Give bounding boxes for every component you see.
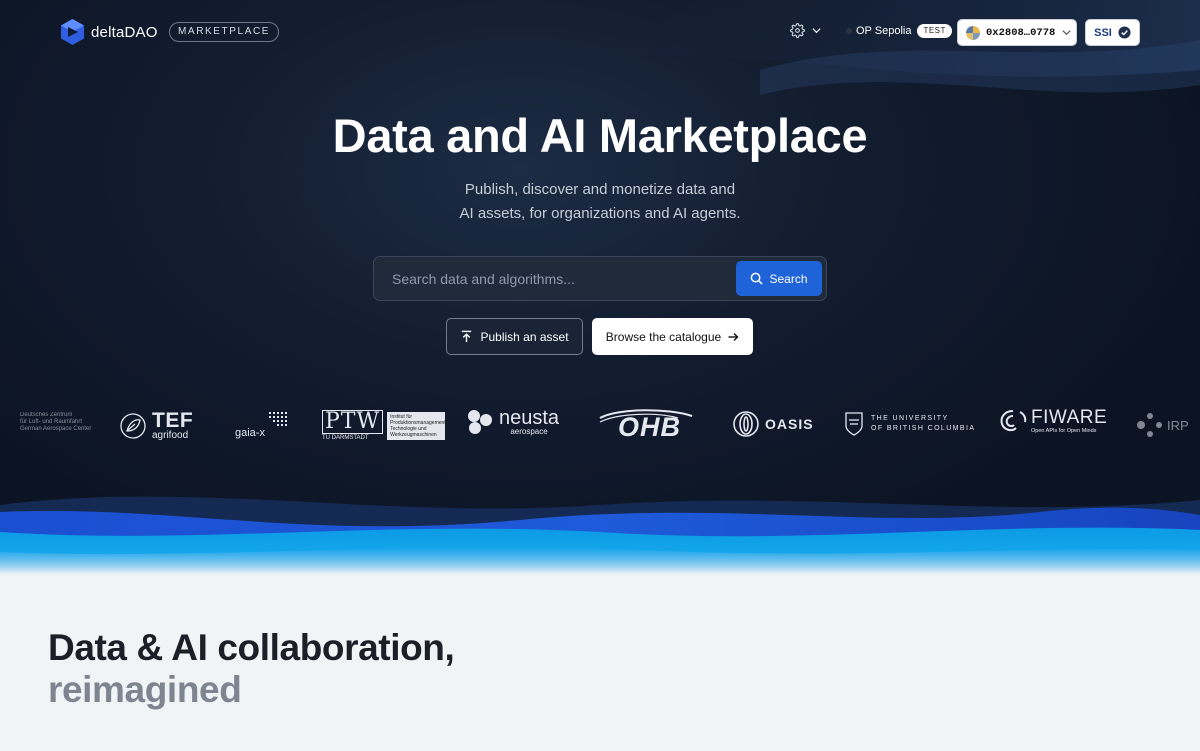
hero-section: deltaDAO MARKETPLACE OP Sepolia TEST 0x2… [0,0,1200,575]
arrow-right-icon [728,332,739,341]
neusta-sub: aerospace [510,427,548,436]
irp-logo: IRP [1135,410,1189,440]
brand-name: deltaDAO [91,23,158,41]
ssi-label: SSI [1094,26,1112,39]
chevron-down-icon [812,28,821,34]
wallet-button[interactable]: 0x2808…0778 [957,19,1077,46]
search-icon [751,272,764,285]
gear-icon [790,23,805,38]
search-input[interactable] [392,269,722,289]
partner-logo-strip: Deutsches Zentrum für Luft- und Raumfahr… [0,400,1200,450]
dlr-text: Deutsches Zentrum [20,412,73,418]
dlr-logo: Deutsches Zentrum für Luft- und Raumfahr… [0,412,91,433]
fiware-swirl-icon [1000,410,1027,432]
browse-catalogue-label: Browse the catalogue [605,329,722,344]
ohb-logo: OHB [598,408,693,442]
section-title-line1: Data & AI collaboration, [48,627,455,668]
search-button-label: Search [769,271,808,286]
neusta-mark-icon [468,410,492,434]
wallet-address: 0x2808…0778 [986,26,1056,39]
ubc-logo: THE UNIVERSITY OF BRITISH COLUMBIA [845,412,975,436]
test-badge: TEST [917,24,952,38]
brand-logo[interactable]: deltaDAO [60,18,158,46]
ssi-button[interactable]: SSI [1085,19,1140,46]
neusta-name: neusta [499,407,560,429]
hero-subtitle-line: AI assets, for organizations and AI agen… [459,205,741,222]
leaf-icon [120,412,146,439]
chevron-down-icon [1062,30,1071,36]
tef-sub: agrifood [152,430,189,441]
ubc-crest-icon [845,412,863,436]
oasis-name: OASIS [765,416,814,432]
search-button[interactable]: Search [736,261,822,296]
ptw-desc: Werkzeugmaschinen [390,431,437,438]
ptw-name: PTW [322,410,384,434]
browse-catalogue-button[interactable]: Browse the catalogue [592,318,753,355]
tef-name: TEF [152,409,194,432]
dlr-text: German Aerospace Center [20,426,92,432]
publish-asset-button[interactable]: Publish an asset [446,318,583,355]
irp-name: IRP [1167,417,1189,433]
section-title: Data & AI collaboration, reimagined [48,627,455,711]
oasis-logo: OASIS [732,410,814,438]
hero-subtitle: Publish, discover and monetize data and … [400,178,800,226]
hero-subtitle-line: Publish, discover and monetize data and [464,181,736,198]
network-name: OP Sepolia [856,25,912,37]
deltadao-logo-mark [61,19,84,45]
fiware-name: FIWARE [1031,407,1108,428]
oasis-mark-icon [733,411,759,437]
irp-molecule-icon [1137,413,1162,437]
gaiax-text: gaia-x [235,427,265,439]
gaiax-dot-grid [268,412,287,426]
dlr-text: für Luft- und Raumfahrt [20,419,83,425]
ubc-text: THE UNIVERSITY [871,415,949,422]
network-status-dot [846,28,852,34]
ohb-name: OHB [618,412,681,442]
hero-title: Data and AI Marketplace [332,109,868,162]
search-bar: Search [373,256,827,301]
gaia-x-logo: gaia-x [235,410,289,439]
ptw-logo: PTW TU DARMSTADT Institut für Produktion… [322,410,447,441]
neusta-aerospace-logo: neusta aerospace [465,408,559,436]
marketplace-badge: MARKETPLACE [169,22,280,42]
wallet-avatar [966,25,980,40]
ubc-text: OF BRITISH COLUMBIA [871,425,976,432]
fiware-logo: FIWARE Open APIs for Open Minds [998,408,1107,435]
settings-menu[interactable] [790,23,822,38]
ptw-sub: TU DARMSTADT [322,435,369,441]
upload-icon [462,330,472,343]
check-circle-icon [1118,26,1131,39]
tef-agrifood-logo: TEF agrifood [118,410,193,441]
network-indicator[interactable]: OP Sepolia TEST [846,24,952,38]
section-title-line2: reimagined [48,669,242,710]
fiware-sub: Open APIs for Open Minds [1031,428,1097,434]
publish-asset-label: Publish an asset [480,329,569,344]
